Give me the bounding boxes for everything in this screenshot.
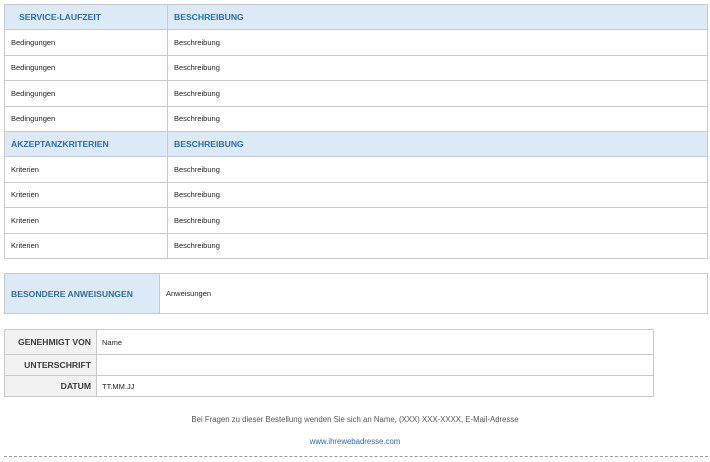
date-label: DATUM [4,375,97,397]
criteria-description-cell[interactable]: Beschreibung [167,232,708,259]
website-link[interactable]: www.ihrewebadresse.com [0,437,710,446]
criteria-cell[interactable]: Kriterien [4,232,168,259]
service-description-header: BESCHREIBUNG [167,3,708,31]
signature-label: UNTERSCHRIFT [4,354,97,376]
service-description-cell[interactable]: Beschreibung [167,54,708,82]
service-header-row: SERVICE-LAUFZEIT BESCHREIBUNG [4,3,708,31]
special-instructions-table: BESONDERE ANWEISUNGEN Anweisungen [4,273,708,314]
approved-by-label: GENEHMIGT VON [4,329,97,355]
acceptance-description-header: BESCHREIBUNG [167,130,708,158]
criteria-description-cell[interactable]: Beschreibung [167,156,708,183]
table-row: BESONDERE ANWEISUNGEN Anweisungen [4,273,708,314]
service-description-cell[interactable]: Beschreibung [167,80,708,107]
table-row: Kriterien Beschreibung [4,181,708,209]
service-term-cell[interactable]: Bedingungen [4,29,168,56]
criteria-cell[interactable]: Kriterien [4,207,168,234]
acceptance-header-row: AKZEPTANZKRITERIEN BESCHREIBUNG [4,130,708,158]
date-value[interactable]: TT.MM.JJ [96,375,654,397]
criteria-description-cell[interactable]: Beschreibung [167,181,708,209]
table-row: Bedingungen Beschreibung [4,29,708,56]
table-row: Bedingungen Beschreibung [4,105,708,132]
table-row: GENEHMIGT VON Name [4,329,654,355]
approved-by-value[interactable]: Name [96,329,654,355]
table-row: DATUM TT.MM.JJ [4,375,654,397]
table-row: Kriterien Beschreibung [4,232,708,259]
service-term-header: SERVICE-LAUFZEIT [4,3,168,31]
terms-table: SERVICE-LAUFZEIT BESCHREIBUNG Bedingunge… [4,3,708,259]
special-instructions-value[interactable]: Anweisungen [159,273,708,314]
service-description-cell[interactable]: Beschreibung [167,105,708,132]
table-row: Kriterien Beschreibung [4,156,708,183]
criteria-cell[interactable]: Kriterien [4,156,168,183]
service-description-cell[interactable]: Beschreibung [167,29,708,56]
criteria-description-cell[interactable]: Beschreibung [167,207,708,234]
table-row: Bedingungen Beschreibung [4,80,708,107]
acceptance-criteria-header: AKZEPTANZKRITERIEN [4,130,168,158]
table-row: Bedingungen Beschreibung [4,54,708,82]
service-term-cell[interactable]: Bedingungen [4,54,168,82]
table-row: UNTERSCHRIFT [4,354,654,376]
approval-table: GENEHMIGT VON Name UNTERSCHRIFT DATUM TT… [4,329,654,397]
dashed-divider [4,456,708,457]
signature-value[interactable] [96,354,654,376]
table-row: Kriterien Beschreibung [4,207,708,234]
contact-text: Bei Fragen zu dieser Bestellung wenden S… [191,415,519,424]
service-term-cell[interactable]: Bedingungen [4,80,168,107]
special-instructions-label: BESONDERE ANWEISUNGEN [4,273,160,314]
service-term-cell[interactable]: Bedingungen [4,105,168,132]
criteria-cell[interactable]: Kriterien [4,181,168,209]
